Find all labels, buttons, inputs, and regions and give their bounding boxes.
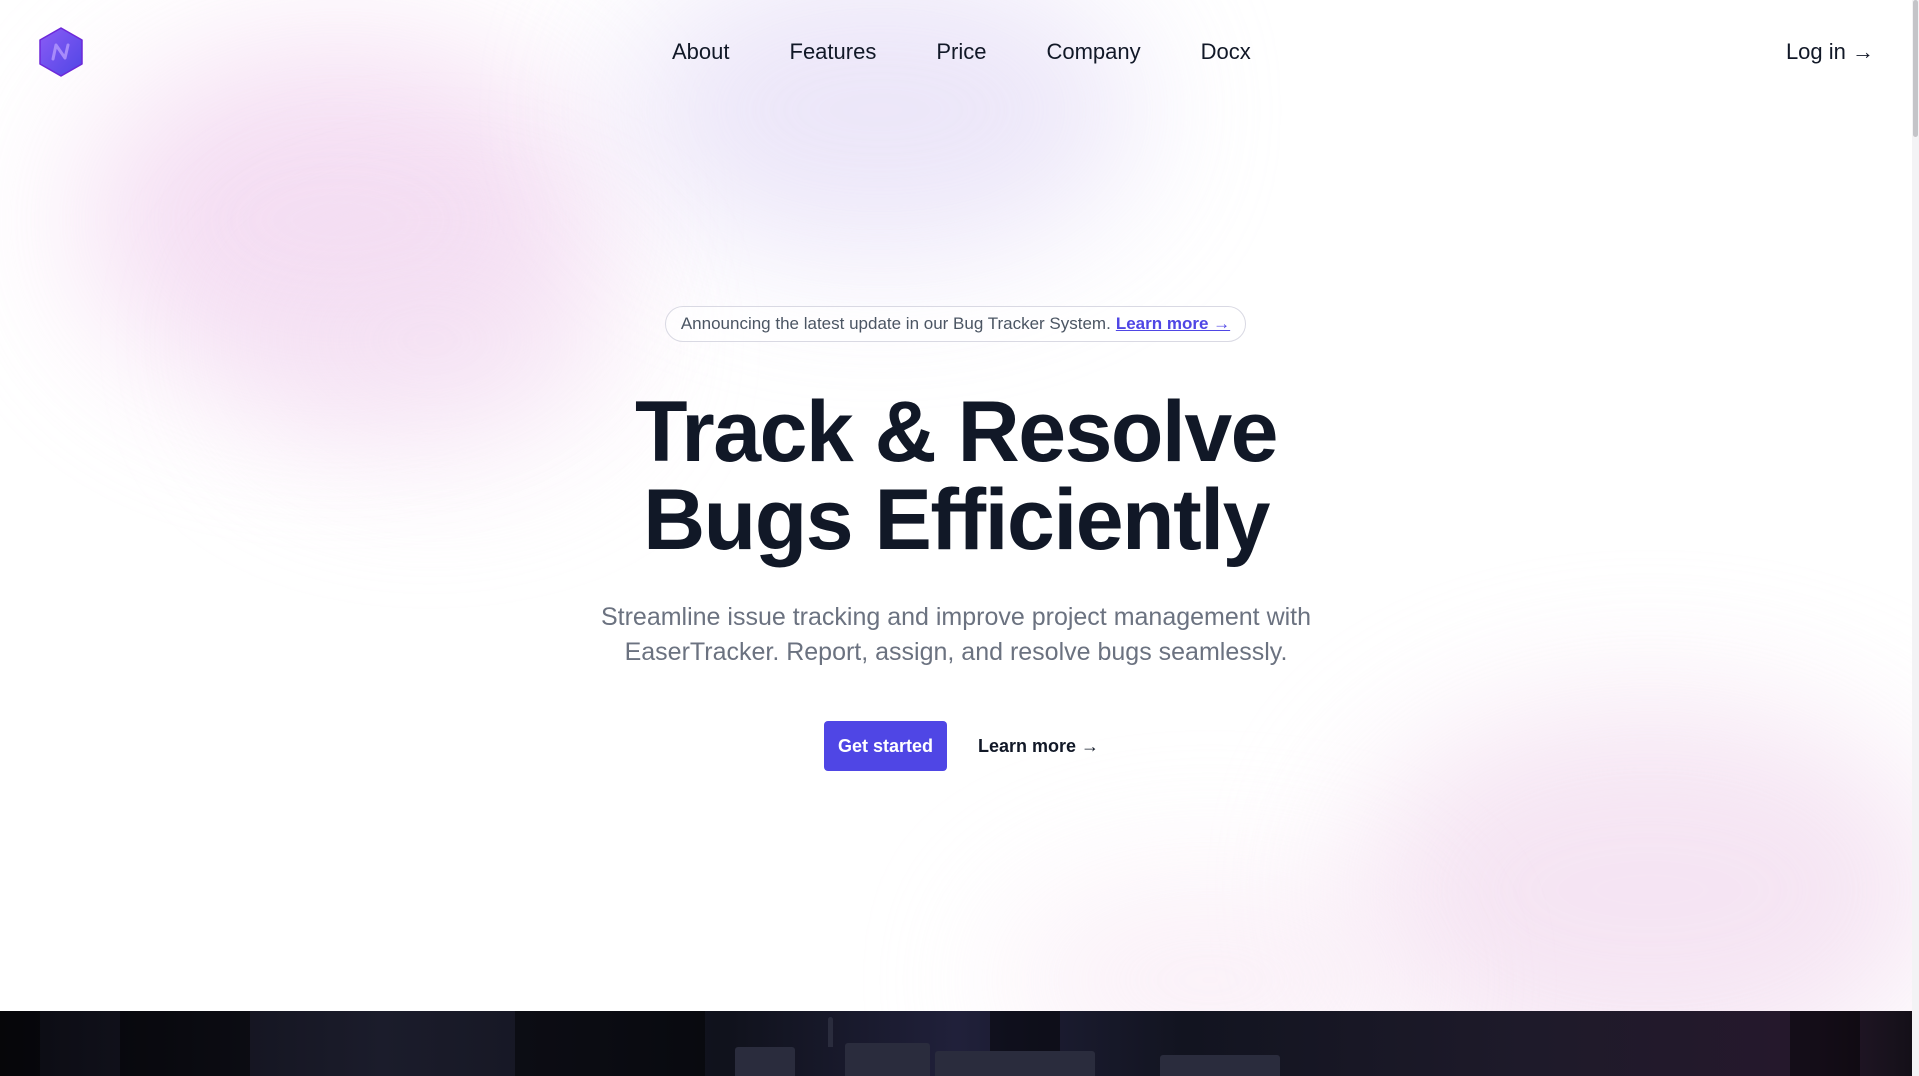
image-region bbox=[0, 1011, 40, 1076]
logo-svg bbox=[39, 27, 83, 77]
hero-subtitle: Streamline issue tracking and improve pr… bbox=[556, 600, 1356, 670]
page-scrollbar[interactable] bbox=[1912, 0, 1919, 1076]
nav-about[interactable]: About bbox=[672, 36, 730, 68]
image-region bbox=[120, 1011, 250, 1076]
get-started-button[interactable]: Get started bbox=[824, 721, 947, 771]
subtitle-line-1: Streamline issue tracking and improve pr… bbox=[600, 603, 1312, 631]
nav-features[interactable]: Features bbox=[790, 36, 877, 68]
headline-line-1: Track & Resolve bbox=[635, 384, 1278, 480]
learn-more-link[interactable]: Learn more → bbox=[978, 733, 1099, 759]
main-nav: About Features Price Company Docx bbox=[672, 36, 1311, 68]
image-region bbox=[515, 1011, 705, 1076]
hero-headline: Track & Resolve Bugs Efficiently bbox=[456, 388, 1456, 564]
headline-line-2: Bugs Efficiently bbox=[643, 472, 1270, 568]
image-region bbox=[1790, 1011, 1860, 1076]
image-detail bbox=[735, 1047, 795, 1076]
nav-price[interactable]: Price bbox=[936, 36, 986, 68]
scrollbar-thumb[interactable] bbox=[1913, 0, 1918, 137]
landing-page: About Features Price Company Docx Log in… bbox=[0, 0, 1919, 1076]
image-detail bbox=[1160, 1055, 1280, 1076]
image-detail bbox=[935, 1051, 1095, 1076]
site-header: About Features Price Company Docx Log in… bbox=[0, 0, 1912, 104]
nav-company[interactable]: Company bbox=[1046, 36, 1140, 68]
announcement-learn-more-link[interactable]: Learn more → bbox=[1116, 314, 1230, 334]
announcement-pill: Announcing the latest update in our Bug … bbox=[665, 306, 1246, 342]
login-link[interactable]: Log in → bbox=[1786, 36, 1874, 68]
hexagon-logo-icon[interactable] bbox=[38, 27, 84, 77]
image-detail bbox=[828, 1017, 833, 1047]
image-detail bbox=[845, 1043, 930, 1076]
announcement-text: Announcing the latest update in our Bug … bbox=[680, 314, 1111, 333]
nav-docx[interactable]: Docx bbox=[1201, 36, 1251, 68]
subtitle-line-2: EaserTracker. Report, assign, and resolv… bbox=[624, 638, 1288, 666]
hero-product-image bbox=[0, 1011, 1912, 1076]
